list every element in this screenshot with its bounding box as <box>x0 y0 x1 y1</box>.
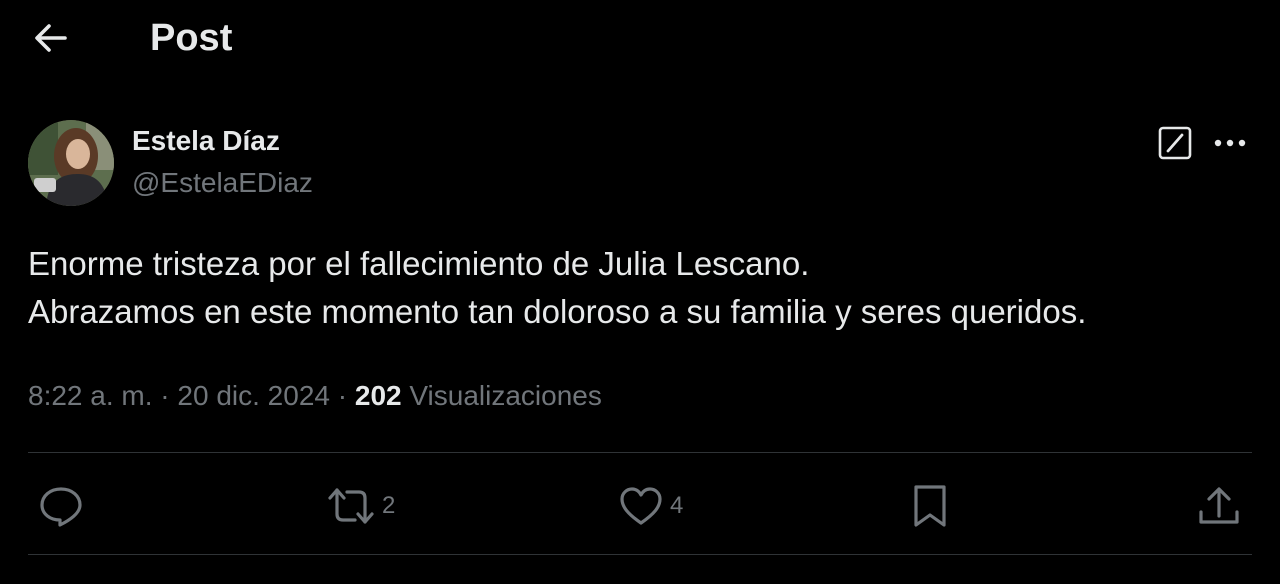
post-text-line: Enorme tristeza por el fallecimiento de … <box>28 245 810 282</box>
like-button[interactable]: 4 <box>618 482 683 530</box>
bookmark-button[interactable] <box>908 482 952 530</box>
share-button[interactable] <box>1196 482 1242 530</box>
post-time[interactable]: 8:22 a. m. <box>28 380 153 411</box>
reply-icon <box>40 487 82 527</box>
page-title: Post <box>150 17 233 59</box>
meta-separator: · <box>337 380 348 411</box>
more-options-button[interactable] <box>1210 124 1250 162</box>
avatar-photo <box>28 120 114 206</box>
repost-button[interactable]: 2 <box>326 482 395 530</box>
views-count: 202 <box>354 380 402 411</box>
share-icon <box>1199 487 1239 524</box>
arrow-left-icon <box>35 24 67 52</box>
like-count: 4 <box>670 492 684 519</box>
avatar[interactable] <box>28 120 114 206</box>
reply-button[interactable] <box>38 482 84 530</box>
repost-count: 2 <box>382 492 396 519</box>
views-label: Visualizaciones <box>409 380 602 411</box>
author-handle[interactable]: @EstelaEDiaz <box>132 166 313 200</box>
post-meta: 8:22 a. m. · 20 dic. 2024 · 202 Visualiz… <box>28 374 602 418</box>
divider <box>28 554 1252 555</box>
heart-icon <box>620 487 662 525</box>
back-button[interactable] <box>26 14 74 62</box>
divider <box>28 452 1252 453</box>
grok-button[interactable] <box>1156 124 1194 162</box>
post-date[interactable]: 20 dic. 2024 <box>177 380 330 411</box>
bookmark-icon <box>914 485 946 527</box>
meta-separator: · <box>160 380 170 411</box>
repost-icon <box>328 488 374 524</box>
grok-icon <box>1158 126 1192 160</box>
post-text-line: Abrazamos en este momento tan doloroso a… <box>28 293 1087 330</box>
top-header: Post <box>0 0 1280 76</box>
more-horizontal-icon <box>1214 139 1246 147</box>
post-text: Enorme tristeza por el fallecimiento de … <box>28 240 1258 336</box>
author-name[interactable]: Estela Díaz <box>132 124 280 158</box>
